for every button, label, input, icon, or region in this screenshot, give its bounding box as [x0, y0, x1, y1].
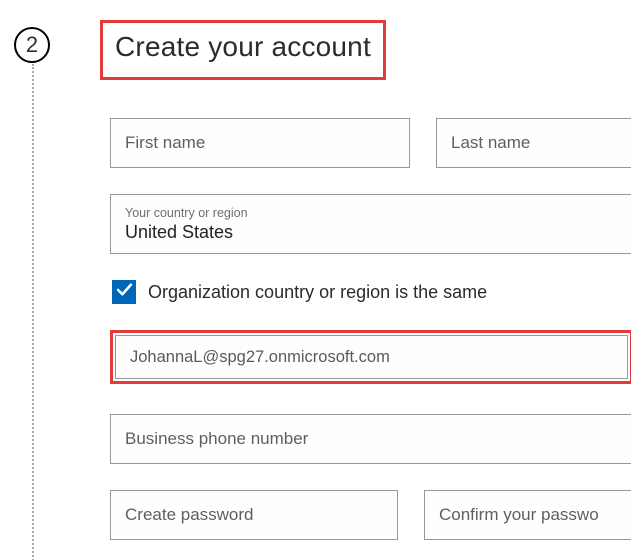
confirm-password-placeholder: Confirm your passwo [439, 505, 599, 525]
phone-field[interactable]: Business phone number [110, 414, 631, 464]
phone-row: Business phone number [110, 414, 631, 464]
form-content: Create your account First name Last name… [100, 20, 631, 560]
org-same-label: Organization country or region is the sa… [148, 282, 487, 303]
confirm-password-field[interactable]: Confirm your passwo [424, 490, 631, 540]
country-label: Your country or region [125, 206, 248, 220]
org-same-checkbox[interactable] [112, 280, 136, 304]
phone-placeholder: Business phone number [125, 429, 308, 449]
email-value: JohannaL@spg27.onmicrosoft.com [130, 348, 390, 367]
check-icon [116, 281, 133, 303]
step-number: 2 [26, 32, 38, 58]
first-name-placeholder: First name [125, 133, 205, 153]
password-row: Create password Confirm your passwo [110, 490, 631, 540]
heading-highlight: Create your account [100, 20, 386, 80]
password-placeholder: Create password [125, 505, 254, 525]
last-name-field[interactable]: Last name [436, 118, 631, 168]
email-field[interactable]: JohannaL@spg27.onmicrosoft.com [115, 335, 628, 379]
country-value: United States [125, 222, 233, 243]
password-field[interactable]: Create password [110, 490, 398, 540]
last-name-placeholder: Last name [451, 133, 530, 153]
step-connector-line [32, 64, 34, 560]
first-name-field[interactable]: First name [110, 118, 410, 168]
country-row: Your country or region United States [110, 194, 631, 254]
email-highlight: JohannaL@spg27.onmicrosoft.com [110, 330, 631, 384]
form-area: First name Last name Your country or reg… [100, 118, 631, 540]
country-select[interactable]: Your country or region United States [110, 194, 631, 254]
org-same-row: Organization country or region is the sa… [110, 280, 631, 304]
step-number-circle: 2 [14, 27, 50, 63]
page-title: Create your account [115, 31, 371, 63]
name-row: First name Last name [110, 118, 631, 168]
